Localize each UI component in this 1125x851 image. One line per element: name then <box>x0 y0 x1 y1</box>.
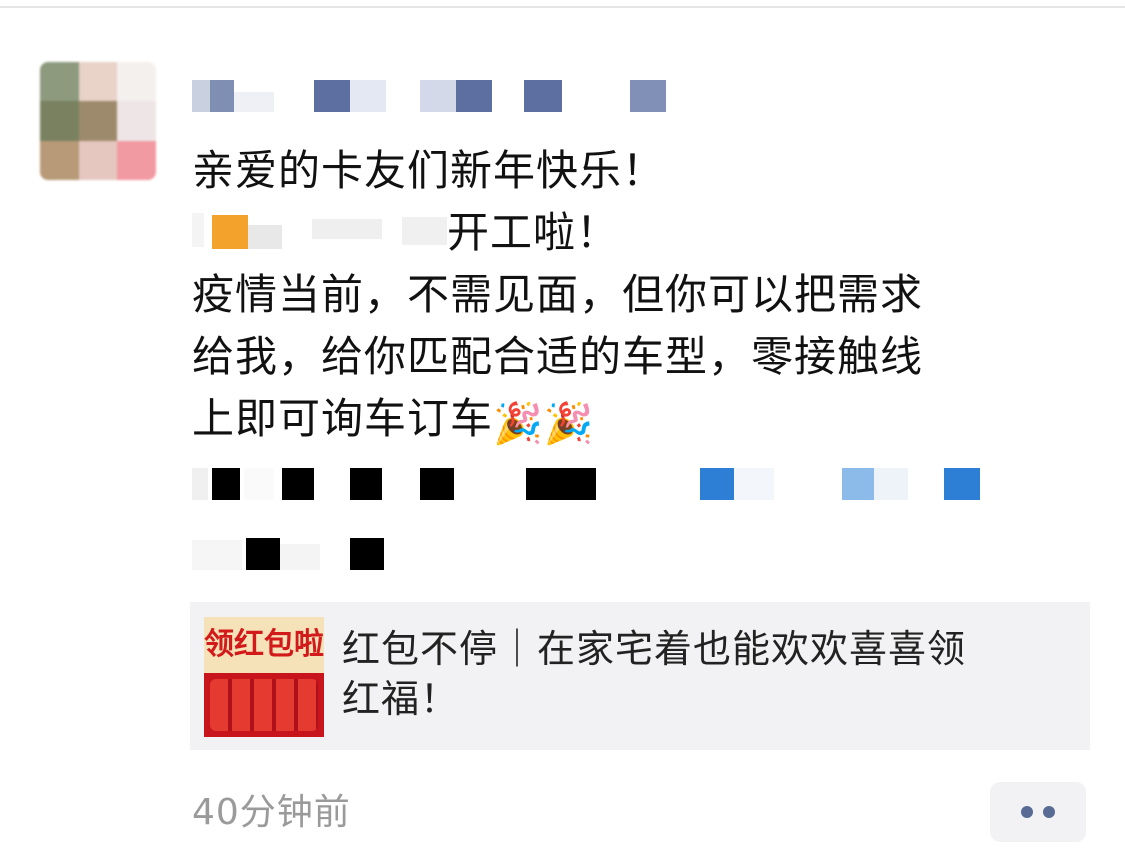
avatar[interactable] <box>40 62 156 180</box>
post-line-5-text: 上即可询车订车 <box>192 394 494 443</box>
post-line-1: 亲爱的卡友们新年快乐！ <box>192 146 666 195</box>
redacted-contact-line-2 <box>192 534 412 574</box>
redacted-text <box>192 211 447 251</box>
post-line-5: 上即可询车订车🎉🎉 <box>192 388 1092 450</box>
post-line-3: 疫情当前，不需见面，但你可以把需求 <box>192 270 924 319</box>
more-dots-icon <box>1021 806 1033 818</box>
post-line-2: 开工啦！ <box>192 202 1092 264</box>
link-title-line-1: 红包不停｜在家宅着也能欢欢喜喜领 <box>342 627 967 671</box>
party-popper-icon: 🎉 <box>543 401 595 447</box>
more-dots-icon <box>1043 806 1055 818</box>
thumbnail-banner-text: 领红包啦 <box>204 617 324 673</box>
top-divider <box>0 6 1125 8</box>
shared-link-card[interactable]: 领红包啦 红包不停｜在家宅着也能欢欢喜喜领 红福！ <box>190 602 1090 750</box>
link-title-line-2: 红福！ <box>342 677 460 721</box>
post-timestamp: 40分钟前 <box>192 792 351 833</box>
redacted-contact-line-1 <box>192 464 992 504</box>
red-envelopes-image <box>210 679 318 731</box>
post-text: 亲爱的卡友们新年快乐！ 开工啦！ 疫情当前，不需见面，但你可以把需求 给我，给你… <box>192 140 1092 450</box>
username-redacted[interactable] <box>190 78 670 114</box>
more-actions-button[interactable] <box>990 782 1086 842</box>
post-line-2-text: 开工啦！ <box>447 208 620 257</box>
post-line-4: 给我，给你匹配合适的车型，零接触线 <box>192 332 924 381</box>
party-popper-icon: 🎉 <box>493 401 544 447</box>
link-thumbnail: 领红包啦 <box>204 617 324 737</box>
link-title: 红包不停｜在家宅着也能欢欢喜喜领 红福！ <box>342 624 1072 724</box>
